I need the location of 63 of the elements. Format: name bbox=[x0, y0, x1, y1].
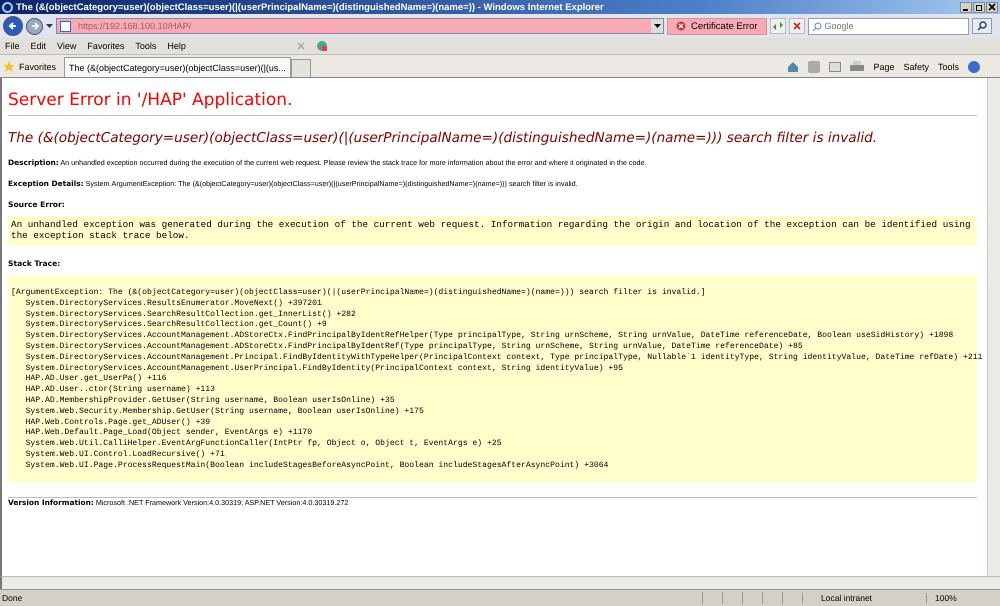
stack-trace-line: System.DirectoryServices.AccountManagement.UserPrincipal.FindByIdentity(PrincipalContext context, String identityValue) +95 bbox=[24, 364, 623, 373]
dropdown-caret-icon[interactable] bbox=[46, 24, 53, 28]
back-button[interactable] bbox=[3, 16, 23, 36]
menu-item[interactable]: File bbox=[5, 41, 20, 51]
minimize-button[interactable] bbox=[960, 2, 972, 12]
search-button[interactable] bbox=[972, 18, 992, 34]
command-menu[interactable]: Tools bbox=[938, 62, 959, 72]
error-title: The (&(objectCategory=user)(objectClass=user)(|(userPrincipalName=)(distinguishedName=)(name=))) search filter is invalid. bbox=[8, 130, 878, 146]
print-icon[interactable] bbox=[850, 61, 864, 73]
star-icon bbox=[3, 61, 15, 73]
command-menu[interactable]: Safety bbox=[903, 62, 929, 72]
page-icon bbox=[60, 20, 71, 32]
stack-trace-line: System.DirectoryServices.SearchResultCollection.get_InnerList() +282 bbox=[24, 310, 356, 319]
close-button[interactable] bbox=[986, 2, 998, 12]
menu-item[interactable]: Edit bbox=[30, 41, 46, 51]
refresh-button[interactable] bbox=[770, 18, 786, 34]
close-icon bbox=[988, 3, 996, 11]
error-icon bbox=[676, 21, 686, 31]
stack-trace-line: System.Web.Security.Membership.GetUser(String username, Boolean userIsOnline) +175 bbox=[24, 406, 424, 416]
forward-button[interactable] bbox=[26, 18, 43, 34]
vertical-scrollbar[interactable] bbox=[987, 78, 1000, 576]
browser-logo-icon bbox=[2, 2, 13, 12]
stack-trace-line: System.DirectoryServices.ResultsEnumerator.MoveNext() +397201 bbox=[24, 298, 322, 308]
stack-trace-line: System.DirectoryServices.AccountManagement.ADStoreCtx.FindPrincipalByIdentRef(Type principalType, String urnScheme, String urnValue, DateTime referenceDate) +85 bbox=[24, 342, 803, 351]
refresh-icon bbox=[772, 21, 784, 31]
restore-button[interactable] bbox=[973, 2, 985, 12]
certificate-error-button[interactable]: Certificate Error bbox=[667, 18, 767, 34]
stack-trace-line: HAP.Web.Default.Page_Load(Object sender, EventArgs e) +1170 bbox=[24, 428, 312, 438]
menu-item[interactable]: View bbox=[57, 41, 76, 51]
browser-tab[interactable]: The (&(objectCategory=user)(objectClass=user)(|(us... bbox=[64, 57, 291, 77]
stop-icon bbox=[792, 21, 802, 31]
search-icon bbox=[977, 21, 987, 31]
stack-trace-line: System.DirectoryServices.AccountManagement.Principal.FindByIdentityWithTypeHelper(PrincipalContext context, Type principalType, Nullable`1 identityType, String identityValue, DateTime refDate) +211 bbox=[24, 352, 982, 362]
search-field[interactable]: Google bbox=[808, 18, 969, 34]
stack-trace-line: System.DirectoryServices.SearchResultCollection.get_Count() +9 bbox=[24, 320, 327, 330]
menu-item[interactable]: Help bbox=[167, 41, 186, 51]
window-title: The (&(objectCategory=user)(objectClass=user)(|(userPrincipalName=)(distinguishedName=)(name=)) - Windows Internet Explorer bbox=[16, 2, 605, 12]
stack-trace-line: HAP.Web.Controls.Page.get_ADUser() +39 bbox=[24, 418, 210, 427]
close-icon[interactable] bbox=[296, 42, 305, 50]
horizontal-scrollbar[interactable] bbox=[0, 576, 1000, 589]
restore-icon bbox=[975, 3, 983, 11]
stop-button[interactable] bbox=[788, 18, 805, 34]
zoom-level[interactable]: 100% bbox=[926, 593, 990, 603]
stack-trace-line: System.Web.UI.Control.LoadRecursive() +71 bbox=[24, 450, 225, 459]
status-text: Done bbox=[1, 593, 24, 603]
stack-trace-line: HAP.AD.User.get_UserPa() +116 bbox=[24, 374, 166, 384]
dropdown-button[interactable] bbox=[651, 19, 663, 33]
stack-trace-line: System.Web.Util.CalliHelper.EventArgFunctionCaller(IntPtr fp, Object o, Object t, EventArgs e) +25 bbox=[24, 439, 502, 448]
source-error-text: An unhandled exception was generated during the execution of the current web request. Information regarding the origin and location of the exception can be identified using the exception stack trace below. bbox=[11, 219, 971, 241]
stack-trace-line: [ArgumentException: The (&(objectCategory=user)(objectClass=user)(|(userPrincipalName=)(distinguishedName=)(name=))) search filter is invalid.] bbox=[11, 288, 706, 297]
new-tab-button[interactable] bbox=[290, 59, 311, 77]
page-heading: Server Error in '/HAP' Application. bbox=[8, 90, 294, 110]
caret-icon bbox=[654, 24, 660, 28]
stack-trace-line: System.Web.UI.Page.ProcessRequestMain(Boolean includeStagesBeforeAsyncPoint, Boolean includeStagesAfterAsyncPoint) +3064 bbox=[24, 460, 608, 470]
command-menu[interactable]: Page bbox=[873, 62, 894, 72]
stack-trace-line: System.DirectoryServices.AccountManagement.ADStoreCtx.FindPrincipalByIdentRefHelper(Type principalType, String urnScheme, String urnValue, DateTime referenceDate, Boolean useSidHistory) +1898 bbox=[24, 331, 954, 340]
favorites-button[interactable]: Favorites bbox=[0, 57, 64, 77]
menu-item[interactable]: Tools bbox=[135, 41, 156, 51]
menu-item[interactable]: Favorites bbox=[87, 41, 124, 51]
stack-trace-line: HAP.AD.MembershipProvider.GetUser(String username, Boolean userIsOnline) +35 bbox=[24, 396, 395, 405]
stack-trace-line: HAP.AD.User..ctor(String username) +113 bbox=[24, 385, 215, 394]
zone-label: Local intranet bbox=[802, 593, 926, 603]
home-icon[interactable] bbox=[787, 61, 800, 73]
